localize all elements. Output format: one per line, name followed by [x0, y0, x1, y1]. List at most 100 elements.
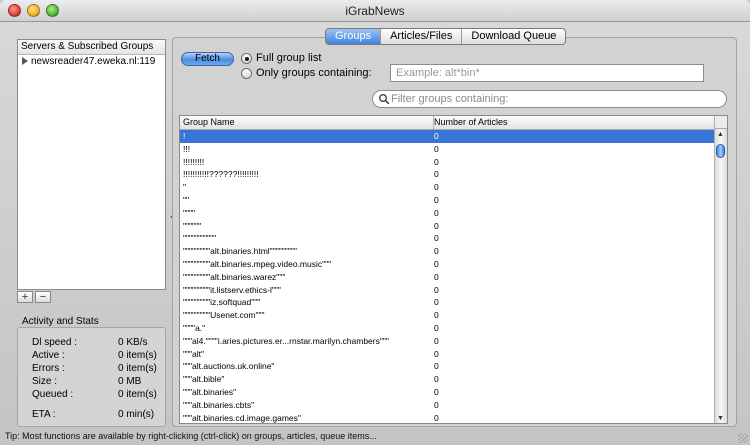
stat-queued: Queued :0 item(s) [32, 389, 157, 400]
server-item[interactable]: newsreader47.eweka.nl:119 [18, 55, 165, 69]
group-name-cell: """alt.bible" [183, 374, 225, 385]
scroll-down-icon[interactable]: ▼ [717, 415, 724, 422]
table-row[interactable]: """" 0 [180, 207, 715, 220]
table-row[interactable]: """alt.auctions.uk.online" 0 [180, 360, 715, 373]
filter-input[interactable] [391, 92, 711, 106]
article-count-cell: 0 [434, 182, 439, 193]
table-corner [714, 116, 727, 129]
zoom-icon[interactable] [46, 4, 59, 17]
table-row[interactable]: !!! 0 [180, 143, 715, 156]
group-name-cell: """""""""alt.binaries.html""""""""" [183, 246, 297, 257]
article-count-cell: 0 [434, 361, 439, 372]
server-name: newsreader47.eweka.nl:119 [31, 56, 156, 67]
table-row[interactable]: """""""""alt.binaries.warez""" 0 [180, 271, 715, 284]
minimize-icon[interactable] [27, 4, 40, 17]
remove-server-button[interactable]: − [35, 291, 51, 303]
servers-panel: Servers & Subscribed Groups newsreader47… [17, 39, 166, 290]
table-row[interactable]: """""""""iz.softquad""" 0 [180, 296, 715, 309]
stats-panel: Dl speed :0 KB/s Active :0 item(s) Error… [17, 327, 166, 427]
fetch-button[interactable]: Fetch [181, 52, 234, 66]
group-name-cell: """""""""iz.softquad""" [183, 297, 261, 308]
scroll-thumb[interactable] [716, 144, 725, 158]
add-server-button[interactable]: + [17, 291, 33, 303]
article-count-cell: 0 [434, 233, 439, 244]
only-groups-radio[interactable] [241, 68, 252, 79]
stat-errors: Errors :0 item(s) [32, 363, 157, 374]
disclosure-triangle-icon[interactable] [22, 57, 28, 66]
group-name-cell: "" [183, 194, 190, 205]
table-row[interactable]: !!!!!!!!!!!??????!!!!!!!!! 0 [180, 168, 715, 181]
table-row[interactable]: """"a." 0 [180, 322, 715, 335]
article-count-cell: 0 [434, 374, 439, 385]
article-count-cell: 0 [434, 348, 439, 359]
vertical-scrollbar[interactable]: ▲ ▼ [714, 129, 727, 423]
group-name-cell: """"""""""" [183, 233, 217, 244]
article-count-cell: 0 [434, 131, 439, 141]
group-name-cell: !!!!!!!!!!!??????!!!!!!!!! [183, 169, 259, 180]
tab-articles-files[interactable]: Articles/Files [381, 29, 463, 44]
table-row[interactable]: """""""""alt.binaries.html""""""""" 0 [180, 245, 715, 258]
group-pattern-input[interactable] [390, 64, 704, 82]
app-window: iGrabNews Servers & Subscribed Groups ne… [0, 0, 750, 445]
table-row[interactable]: ! 0 [180, 130, 715, 143]
tab-download-queue[interactable]: Download Queue [462, 29, 565, 44]
search-icon [379, 94, 390, 105]
article-count-cell: 0 [434, 220, 439, 231]
table-row[interactable]: """""" 0 [180, 220, 715, 233]
table-row[interactable]: """""""""alt.binaries.mpeg.video.music""… [180, 258, 715, 271]
resize-grip[interactable] [738, 433, 748, 443]
stat-size: Size :0 MB [32, 376, 142, 387]
article-count-cell: 0 [434, 335, 439, 346]
table-row[interactable]: """""""""Usenet.com""" 0 [180, 309, 715, 322]
article-count-cell: 0 [434, 258, 439, 269]
group-name-cell: """""""""alt.binaries.warez""" [183, 271, 286, 282]
group-name-cell: """alt.binaries" [183, 386, 237, 397]
table-row[interactable]: """alt" 0 [180, 348, 715, 361]
article-count-cell: 0 [434, 412, 439, 423]
full-group-list-label: Full group list [256, 52, 322, 64]
article-count-cell: 0 [434, 297, 439, 308]
column-header-group-name[interactable]: Group Name [180, 116, 434, 129]
table-row[interactable]: !!!!!!!!! 0 [180, 156, 715, 169]
title-bar[interactable]: iGrabNews [0, 0, 750, 22]
group-name-cell: !!! [183, 143, 191, 154]
article-count-cell: 0 [434, 207, 439, 218]
article-count-cell: 0 [434, 169, 439, 180]
table-row[interactable]: """alt.binaries" 0 [180, 386, 715, 399]
article-count-cell: 0 [434, 194, 439, 205]
group-name-cell: """""""""it.listserv.ethics-l""" [183, 284, 281, 295]
table-row[interactable]: """alt.binaries.cbts" 0 [180, 399, 715, 412]
group-name-cell: """alt.binaries.cbts" [183, 399, 255, 410]
group-name-cell: """"a." [183, 322, 206, 333]
table-row[interactable]: " 0 [180, 181, 715, 194]
article-count-cell: 0 [434, 156, 439, 167]
table-row[interactable]: """"""""""" 0 [180, 232, 715, 245]
table-header: Group Name Number of Articles [180, 116, 715, 130]
window-title: iGrabNews [345, 4, 405, 18]
tab-groups[interactable]: Groups [326, 29, 382, 44]
article-count-cell: 0 [434, 271, 439, 282]
table-row[interactable]: "" 0 [180, 194, 715, 207]
groups-table: Group Name Number of Articles ! 0!!! 0!!!!… [179, 115, 728, 424]
table-row[interactable]: """alt.binaries.cd.image.games" 0 [180, 412, 715, 423]
group-name-cell: """al4.""""i.aries.pictures.er...rnstar.… [183, 335, 389, 346]
scroll-up-icon[interactable]: ▲ [717, 131, 724, 138]
table-row[interactable]: """alt.bible" 0 [180, 373, 715, 386]
tip-text: Tip: Most functions are available by rig… [5, 431, 377, 441]
group-name-cell: " [183, 182, 187, 193]
group-name-cell: """" [183, 207, 196, 218]
table-body: ! 0!!! 0!!!!!!!!! 0!!!!!!!!!!!??????!!!!!!!… [180, 130, 715, 423]
tab-bar: Groups Articles/Files Download Queue [325, 28, 567, 45]
group-name-cell: """alt.auctions.uk.online" [183, 361, 275, 372]
column-header-article-count[interactable]: Number of Articles [431, 116, 714, 129]
stats-title: Activity and Stats [22, 316, 99, 327]
group-name-cell: """""""""alt.binaries.mpeg.video.music""… [183, 258, 332, 269]
filter-search-field[interactable] [372, 90, 727, 108]
article-count-cell: 0 [434, 399, 439, 410]
table-row[interactable]: """al4.""""i.aries.pictures.er...rnstar.… [180, 335, 715, 348]
table-row[interactable]: """""""""it.listserv.ethics-l""" 0 [180, 284, 715, 297]
article-count-cell: 0 [434, 284, 439, 295]
full-group-list-radio[interactable] [241, 53, 252, 64]
article-count-cell: 0 [434, 310, 439, 321]
close-icon[interactable] [8, 4, 21, 17]
